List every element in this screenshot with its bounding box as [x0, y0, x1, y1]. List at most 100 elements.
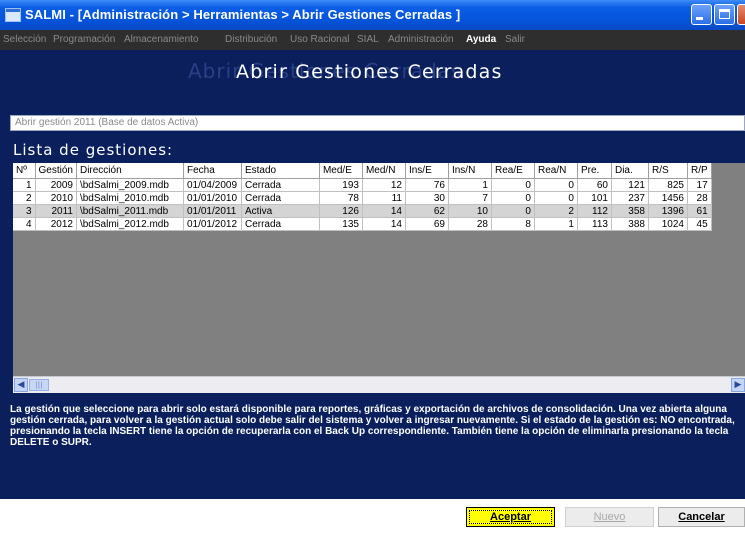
table-cell: Cerrada [241, 178, 320, 192]
table-row[interactable]: 3 2011 \bdSalmi_2011.mdb 01/01/2011 Activa 12… [13, 204, 712, 218]
new-button[interactable]: Nuevo [565, 507, 654, 527]
cancel-button[interactable]: Cancelar [658, 507, 745, 527]
table-cell: Cerrada [241, 217, 320, 231]
table-cell: 1 [448, 178, 492, 192]
maximize-button[interactable] [714, 4, 735, 25]
column-header[interactable]: Med/E [319, 163, 363, 179]
column-header[interactable]: R/S [648, 163, 688, 179]
menu-almacenamiento[interactable]: Almacenamiento [124, 34, 198, 45]
status-field: Abrir gestión 2011 (Base de datos Activa… [10, 115, 745, 131]
table-cell: 28 [687, 191, 712, 205]
table-cell: 01/01/2011 [183, 204, 242, 218]
column-header[interactable]: Fecha [183, 163, 242, 179]
table-cell: 2009 [35, 178, 77, 192]
table-cell: 1024 [648, 217, 688, 231]
scroll-thumb[interactable]: ||| [29, 379, 49, 391]
table-cell: \bdSalmi_2010.mdb [76, 191, 184, 205]
table-cell: 01/01/2010 [183, 191, 242, 205]
table-cell: 12 [362, 178, 406, 192]
gestiones-table: Nº Gestión Dirección Fecha Estado Med/E Med/N I… [13, 163, 712, 231]
table-cell: \bdSalmi_2011.mdb [76, 204, 184, 218]
table-cell: 0 [491, 191, 535, 205]
column-header[interactable]: Dirección [76, 163, 184, 179]
table-cell: \bdSalmi_2009.mdb [76, 178, 184, 192]
table-cell: 8 [491, 217, 535, 231]
column-header[interactable]: Estado [241, 163, 320, 179]
table-row[interactable]: 4 2012 \bdSalmi_2012.mdb 01/01/2012 Cerrada 1… [13, 217, 712, 231]
table-cell: 0 [491, 178, 535, 192]
column-header[interactable]: Gestión [35, 163, 77, 179]
info-text: La gestión que seleccione para abrir sol… [10, 404, 735, 448]
scroll-left-arrow-icon[interactable]: ◀ [14, 378, 28, 392]
table-cell: 62 [405, 204, 449, 218]
table-cell: 1396 [648, 204, 688, 218]
table-cell: 0 [534, 191, 578, 205]
table-cell: 825 [648, 178, 688, 192]
menu-programacion[interactable]: Programación [53, 34, 115, 45]
page-title: Abrir Gestiones Cerradas [236, 61, 503, 83]
column-header[interactable]: Dia. [611, 163, 649, 179]
table-cell: 14 [362, 204, 406, 218]
menu-ayuda[interactable]: Ayuda [466, 34, 496, 45]
table-cell: 113 [577, 217, 612, 231]
minimize-button[interactable] [691, 4, 712, 25]
table-cell: \bdSalmi_2012.mdb [76, 217, 184, 231]
table-cell: 135 [319, 217, 363, 231]
table-cell: Cerrada [241, 191, 320, 205]
column-header[interactable]: Rea/N [534, 163, 578, 179]
list-title: Lista de gestiones: [13, 141, 174, 159]
table-cell: 1456 [648, 191, 688, 205]
column-header[interactable]: Ins/N [448, 163, 492, 179]
table-cell: 193 [319, 178, 363, 192]
table-cell: 0 [491, 204, 535, 218]
title-bar[interactable]: SALMI - [Administración > Herramientas >… [0, 0, 745, 30]
table-cell: 2012 [35, 217, 77, 231]
horizontal-scrollbar[interactable]: ◀ ||| ▶ [13, 376, 745, 393]
menu-distribucion[interactable]: Distribución [225, 34, 277, 45]
app-window-icon [5, 8, 21, 22]
menu-administracion[interactable]: Administración [388, 34, 454, 45]
table-cell: 14 [362, 217, 406, 231]
table-cell: 3 [13, 204, 36, 218]
table-row[interactable]: 2 2010 \bdSalmi_2010.mdb 01/01/2010 Cerrada 7… [13, 191, 712, 205]
table-cell: 11 [362, 191, 406, 205]
table-row[interactable]: 1 2009 \bdSalmi_2009.mdb 01/04/2009 Cerrada 1… [13, 178, 712, 192]
table-cell: 61 [687, 204, 712, 218]
table-cell: 76 [405, 178, 449, 192]
menu-sial[interactable]: SIAL [357, 34, 379, 45]
column-header[interactable]: Nº [13, 163, 36, 179]
column-header[interactable]: Pre. [577, 163, 612, 179]
table-cell: 4 [13, 217, 36, 231]
table-cell: 1 [13, 178, 36, 192]
table-cell: 237 [611, 191, 649, 205]
menu-seleccion[interactable]: Selección [3, 34, 46, 45]
window-title: SALMI - [Administración > Herramientas >… [25, 7, 461, 22]
table-cell: 69 [405, 217, 449, 231]
table-cell: 01/01/2012 [183, 217, 242, 231]
table-cell: 01/04/2009 [183, 178, 242, 192]
menu-uso-racional[interactable]: Uso Racional [290, 34, 349, 45]
table-cell: 10 [448, 204, 492, 218]
column-header[interactable]: Med/N [362, 163, 406, 179]
gestiones-grid[interactable]: Nº Gestión Dirección Fecha Estado Med/E Med/N I… [13, 163, 745, 392]
table-cell: 2 [534, 204, 578, 218]
table-cell: 0 [534, 178, 578, 192]
table-cell: 101 [577, 191, 612, 205]
table-cell: 121 [611, 178, 649, 192]
table-cell: 78 [319, 191, 363, 205]
table-cell: 2010 [35, 191, 77, 205]
table-cell: 2 [13, 191, 36, 205]
column-header[interactable]: Ins/E [405, 163, 449, 179]
table-cell: 17 [687, 178, 712, 192]
table-cell: 112 [577, 204, 612, 218]
close-button[interactable] [737, 4, 745, 25]
column-header[interactable]: Rea/E [491, 163, 535, 179]
accept-button[interactable]: Aceptar [466, 507, 555, 527]
table-cell: 60 [577, 178, 612, 192]
scroll-right-arrow-icon[interactable]: ▶ [731, 378, 745, 392]
table-cell: 28 [448, 217, 492, 231]
table-header-row: Nº Gestión Dirección Fecha Estado Med/E Med/N I… [13, 163, 712, 179]
table-cell: 388 [611, 217, 649, 231]
column-header[interactable]: R/P [687, 163, 712, 179]
menu-salir[interactable]: Salir [505, 34, 525, 45]
